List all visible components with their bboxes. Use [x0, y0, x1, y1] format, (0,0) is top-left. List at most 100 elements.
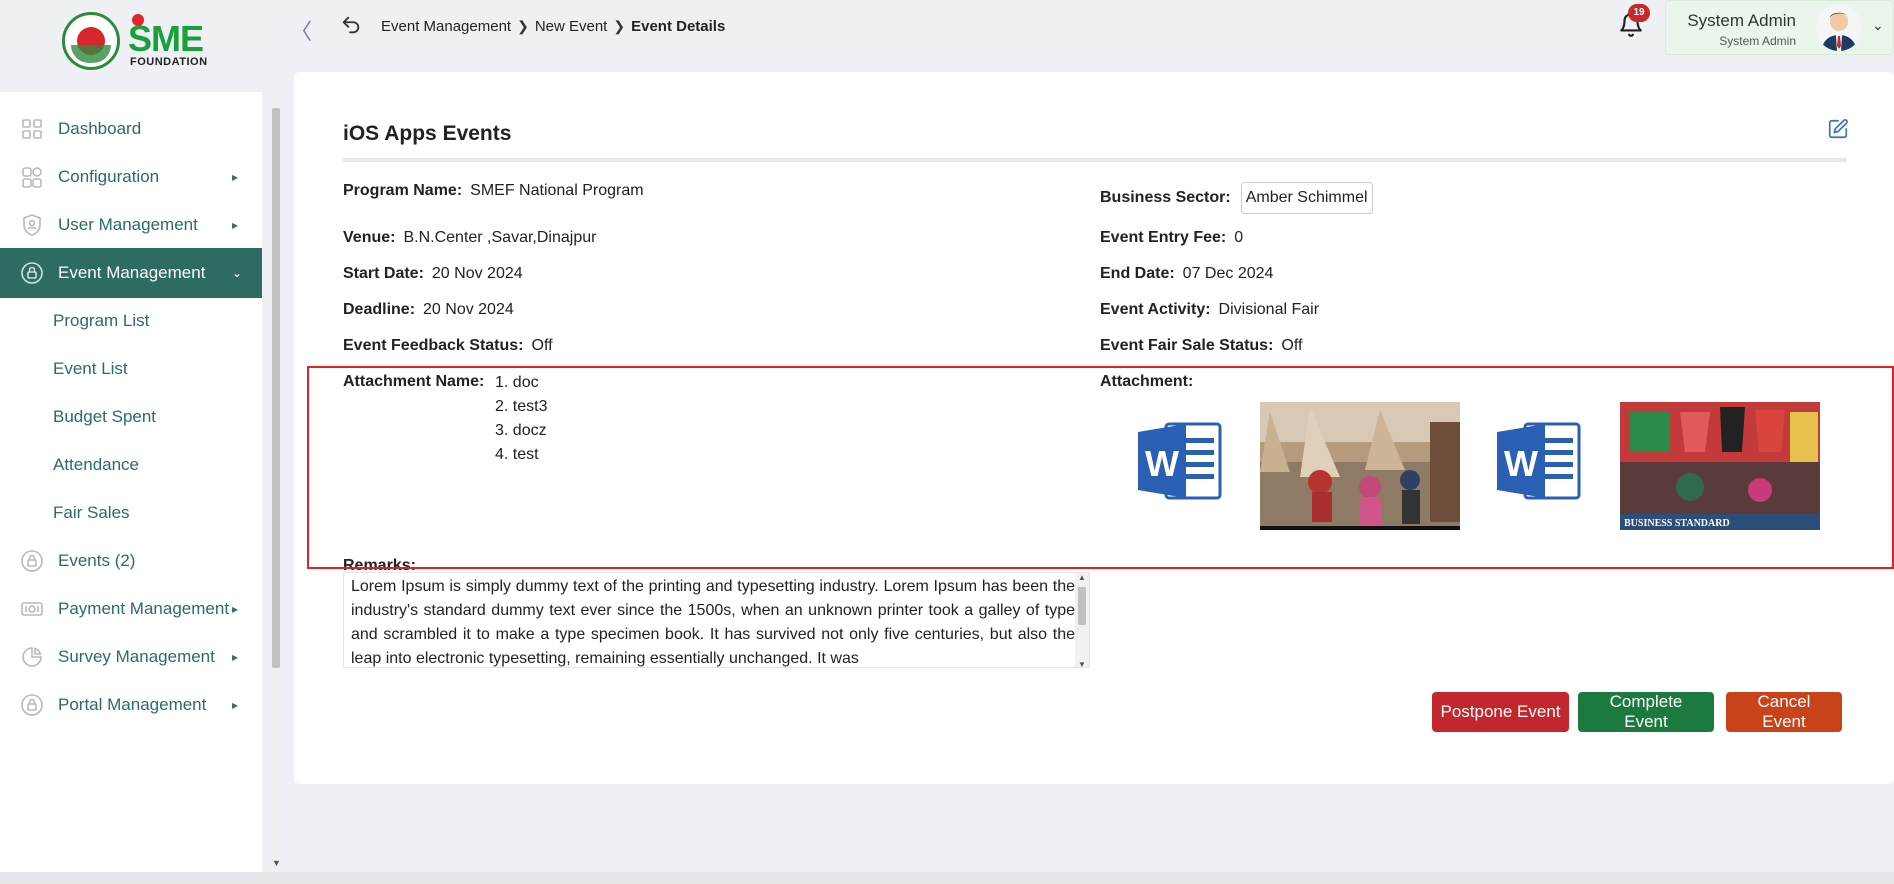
attachment-name-item: 3. docz — [495, 422, 547, 439]
sidebar-item-portal-management[interactable]: Portal Management ▸ — [0, 680, 262, 730]
logo-subtitle: FOUNDATION — [130, 56, 208, 68]
sidebar-item-payment-management[interactable]: Payment Management ▸ — [0, 584, 262, 634]
attachment-name-item: 4. test — [495, 446, 539, 463]
program-name-value: SMEF National Program — [470, 182, 644, 199]
chevron-down-icon: ⌄ — [1872, 17, 1884, 33]
event-activity-label: Event Activity: — [1100, 301, 1211, 318]
sidebar-subitem-label: Program List — [53, 311, 150, 330]
remarks-textbox[interactable]: Lorem Ipsum is simply dummy text of the … — [343, 572, 1090, 668]
attachment-name-label: Attachment Name: — [343, 373, 485, 390]
scroll-down-icon[interactable]: ▼ — [272, 858, 281, 868]
feedback-status-value: Off — [531, 337, 553, 354]
sme-foundation-logo[interactable]: SME FOUNDATION — [58, 10, 218, 72]
remarks-scrollbar-thumb[interactable] — [1078, 587, 1086, 625]
venue-field: Venue: B.N.Center ,Savar,Dinajpur — [343, 229, 596, 247]
attachment-name-field: Attachment Name: — [343, 373, 492, 391]
end-date-label: End Date: — [1100, 265, 1175, 282]
back-arrow-icon[interactable] — [340, 14, 362, 36]
fair-photo-2[interactable]: BUSINESS STANDARD — [1620, 402, 1820, 530]
logo-text: SME — [128, 18, 204, 59]
fair-sale-status-label: Event Fair Sale Status: — [1100, 337, 1274, 354]
user-role: System Admin — [1719, 34, 1796, 48]
end-date-value: 07 Dec 2024 — [1182, 265, 1274, 282]
business-sector-chip: Amber Schimmel — [1240, 182, 1373, 214]
word-doc-icon[interactable]: W — [1495, 420, 1581, 502]
horizontal-scrollbar[interactable] — [0, 872, 1894, 884]
chevron-right-icon: ▸ — [232, 602, 239, 616]
title-divider — [343, 158, 1847, 162]
entry-fee-label: Event Entry Fee: — [1100, 229, 1227, 246]
remarks-scrollbar[interactable]: ▲ ▼ — [1075, 573, 1089, 667]
business-sector-field: Business Sector: Amber Schimmel — [1100, 182, 1373, 214]
sidebar-subitem-label: Attendance — [53, 455, 140, 474]
complete-event-button[interactable]: Complete Event — [1578, 692, 1714, 732]
lock-icon — [21, 550, 43, 572]
avatar — [1816, 5, 1862, 51]
word-doc-icon[interactable]: W — [1136, 420, 1222, 502]
sidebar-item-label: Configuration — [58, 167, 160, 186]
sidebar: Dashboard Configuration ▸ User Managemen… — [0, 92, 262, 872]
edit-icon[interactable] — [1827, 118, 1849, 140]
postpone-event-button[interactable]: Postpone Event — [1432, 692, 1569, 732]
sidebar-subitem-label: Budget Spent — [53, 407, 157, 426]
sidebar-item-label: User Management — [58, 215, 198, 234]
scroll-up-icon[interactable]: ▲ — [1078, 573, 1086, 582]
fair-photo-1[interactable] — [1260, 402, 1460, 530]
start-date-label: Start Date: — [343, 265, 424, 282]
breadcrumb-event-details: Event Details — [631, 18, 726, 35]
user-menu[interactable]: System Admin System Admin ⌄ — [1665, 0, 1894, 55]
sidebar-item-label: Event Management — [58, 263, 206, 282]
sidebar-item-configuration[interactable]: Configuration ▸ — [0, 152, 262, 202]
chevron-right-icon: ❯ — [613, 18, 626, 34]
start-date-value: 20 Nov 2024 — [431, 265, 523, 282]
event-activity-value: Divisional Fair — [1218, 301, 1320, 318]
sidebar-collapse-icon[interactable]: 〈 — [290, 14, 312, 46]
event-details-card: iOS Apps Events Program Name: SMEF Nation… — [294, 72, 1894, 784]
breadcrumb-new-event[interactable]: New Event — [535, 18, 608, 35]
deadline-label: Deadline: — [343, 301, 416, 318]
sidebar-subitem-label: Event List — [53, 359, 128, 378]
attachment-name-list: 1. doc 2. test3 3. docz 4. test — [495, 371, 547, 467]
svg-text:W: W — [1504, 443, 1538, 484]
photo-caption: BUSINESS STANDARD — [1624, 518, 1730, 529]
lock-icon — [21, 694, 43, 716]
bangladesh-emblem-icon — [62, 12, 120, 70]
venue-value: B.N.Center ,Savar,Dinajpur — [403, 229, 597, 246]
fair-sale-status-value: Off — [1281, 337, 1303, 354]
sidebar-subitem-program-list[interactable]: Program List — [0, 296, 262, 346]
event-activity-field: Event Activity: Divisional Fair — [1100, 301, 1319, 319]
notification-badge: 19 — [1628, 4, 1650, 22]
config-icon — [22, 167, 42, 188]
sidebar-item-event-management[interactable]: Event Management ⌄ — [0, 248, 262, 298]
shield-icon — [23, 214, 41, 236]
sidebar-item-user-management[interactable]: User Management ▸ — [0, 200, 262, 250]
sidebar-item-events[interactable]: Events (2) — [0, 536, 262, 586]
chevron-right-icon: ▸ — [232, 218, 239, 232]
breadcrumb-event-management[interactable]: Event Management — [381, 18, 511, 35]
cancel-event-button[interactable]: Cancel Event — [1726, 692, 1842, 732]
chevron-right-icon: ▸ — [232, 650, 239, 664]
sidebar-item-label: Events (2) — [58, 551, 136, 570]
chevron-right-icon: ▸ — [232, 698, 239, 712]
program-name-field: Program Name: SMEF National Program — [343, 182, 644, 200]
sidebar-item-survey-management[interactable]: Survey Management ▸ — [0, 632, 262, 682]
svg-text:W: W — [1145, 443, 1179, 484]
breadcrumb: Event Management ❯ New Event ❯ Event Det… — [381, 18, 725, 35]
sidebar-subitem-fair-sales[interactable]: Fair Sales — [0, 488, 262, 538]
sidebar-scrollbar-thumb[interactable] — [272, 108, 280, 668]
sidebar-scrollbar[interactable] — [270, 92, 282, 872]
sidebar-subitem-attendance[interactable]: Attendance — [0, 440, 262, 490]
sidebar-item-label: Survey Management — [58, 647, 215, 666]
program-name-label: Program Name: — [343, 182, 463, 199]
feedback-status-field: Event Feedback Status: Off — [343, 337, 553, 355]
attachment-label: Attachment: — [1100, 373, 1194, 390]
fair-sale-status-field: Event Fair Sale Status: Off — [1100, 337, 1302, 355]
business-sector-label: Business Sector: — [1100, 189, 1231, 207]
pie-icon — [22, 647, 42, 667]
scroll-down-icon[interactable]: ▼ — [1078, 660, 1086, 667]
sidebar-item-label: Dashboard — [58, 119, 142, 138]
sidebar-subitem-budget-spent[interactable]: Budget Spent — [0, 392, 262, 442]
sidebar-subitem-event-list[interactable]: Event List — [0, 344, 262, 394]
entry-fee-value: 0 — [1234, 229, 1244, 246]
sidebar-item-dashboard[interactable]: Dashboard — [0, 104, 262, 154]
